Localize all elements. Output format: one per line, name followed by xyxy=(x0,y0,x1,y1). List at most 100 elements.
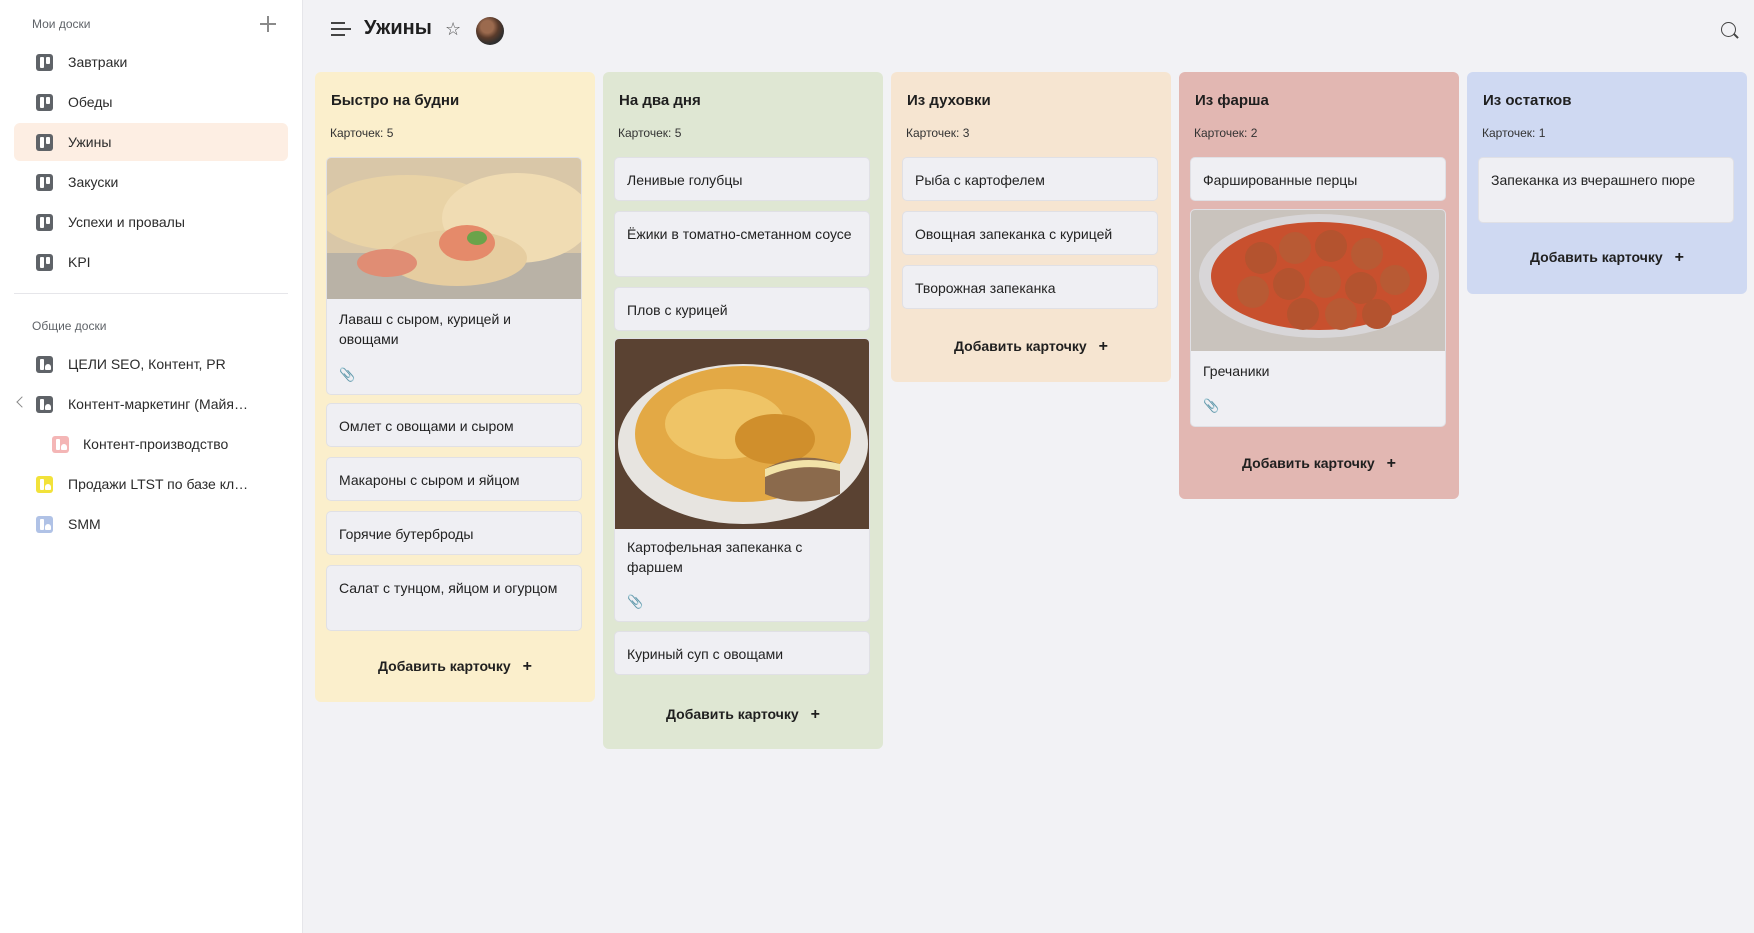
sidebar-item-content-production[interactable]: Контент-производство xyxy=(14,425,288,463)
card-title: Гречаники xyxy=(1203,363,1270,379)
sidebar-item-label: Закуски xyxy=(68,174,119,190)
sidebar-item-kpi[interactable]: KPI xyxy=(14,243,288,281)
sidebar-item-seo-goals[interactable]: ЦЕЛИ SEO, Контент, PR xyxy=(14,345,288,383)
card-tuna-salad[interactable]: Салат с тунцом, яйцом и огурцом xyxy=(326,565,582,631)
add-card-label: Добавить карточку xyxy=(1242,455,1375,471)
card-title: Овощная запеканка с курицей xyxy=(915,226,1113,242)
column-quick-weekdays: Быстро на будни Карточек: 5 Лаваш с сыро… xyxy=(315,72,595,702)
plus-icon: + xyxy=(810,706,820,723)
column-oven: Из духовки Карточек: 3 Рыба с картофелем… xyxy=(891,72,1171,382)
card-title: Картофельная запеканка с фаршем xyxy=(627,539,803,575)
sidebar-item-snacks[interactable]: Закуски xyxy=(14,163,288,201)
sidebar-item-label: KPI xyxy=(68,254,91,270)
card-title: Творожная запеканка xyxy=(915,280,1056,296)
column-leftovers: Из остатков Карточек: 1 Запеканка из вче… xyxy=(1467,72,1747,294)
card-puree-casserole[interactable]: Запеканка из вчерашнего пюре xyxy=(1478,157,1734,223)
board-icon xyxy=(36,254,53,271)
column-two-days: На два дня Карточек: 5 Ленивые голубцы Ё… xyxy=(603,72,883,749)
sidebar: Мои доски Завтраки Обеды Ужины Закуски У… xyxy=(0,0,303,933)
add-card-button[interactable]: Добавить карточку + xyxy=(315,658,595,676)
card-chicken-soup[interactable]: Куриный суп с овощами xyxy=(614,631,870,675)
card-title: Горячие бутерброды xyxy=(339,526,474,542)
column-card-count: Карточек: 1 xyxy=(1482,126,1546,140)
column-minced-meat: Из фарша Карточек: 2 Фаршированные перцы… xyxy=(1179,72,1459,499)
sidebar-item-sales[interactable]: Продажи LTST по базе кл… xyxy=(14,465,288,503)
column-card-count: Карточек: 2 xyxy=(1194,126,1258,140)
paperclip-icon: 📎 xyxy=(1203,398,1220,413)
card-title: Запеканка из вчерашнего пюре xyxy=(1491,172,1696,188)
sidebar-item-successes[interactable]: Успехи и провалы xyxy=(14,203,288,241)
collapse-menu-icon[interactable] xyxy=(331,20,351,38)
column-card-count: Карточек: 5 xyxy=(330,126,394,140)
add-card-label: Добавить карточку xyxy=(666,706,799,722)
card-title: Макароны с сыром и яйцом xyxy=(339,472,520,488)
card-title: Лаваш с сыром, курицей и овощами xyxy=(339,311,511,347)
card-title: Омлет с овощами и сыром xyxy=(339,418,514,434)
column-title: На два дня xyxy=(619,92,701,109)
card-grechaniki[interactable]: Гречаники 📎 xyxy=(1190,209,1446,427)
card-title: Ёжики в томатно-сметанном соусе xyxy=(627,226,852,242)
search-icon[interactable] xyxy=(1721,22,1736,37)
card-potato-casserole[interactable]: Картофельная запеканка с фаршем 📎 xyxy=(614,338,870,622)
page-title: Ужины xyxy=(364,17,432,39)
card-image xyxy=(327,158,581,299)
card-image xyxy=(615,339,869,529)
board-icon xyxy=(36,54,53,71)
sidebar-item-dinners[interactable]: Ужины xyxy=(14,123,288,161)
card-hedgehogs[interactable]: Ёжики в томатно-сметанном соусе xyxy=(614,211,870,277)
sidebar-item-label: Контент-производство xyxy=(83,436,229,452)
add-card-label: Добавить карточку xyxy=(1530,249,1663,265)
column-title: Быстро на будни xyxy=(331,92,460,109)
add-card-button[interactable]: Добавить карточку + xyxy=(1467,249,1747,267)
shared-board-icon xyxy=(36,356,53,373)
sidebar-item-label: ЦЕЛИ SEO, Контент, PR xyxy=(68,356,226,372)
shared-board-icon xyxy=(36,476,53,493)
card-title: Фаршированные перцы xyxy=(1203,172,1358,188)
sidebar-item-label: Ужины xyxy=(68,134,112,150)
card-title: Куриный суп с овощами xyxy=(627,646,784,662)
avatar[interactable] xyxy=(476,17,504,45)
card-veg-casserole[interactable]: Овощная запеканка с курицей xyxy=(902,211,1158,255)
column-card-count: Карточек: 5 xyxy=(618,126,682,140)
column-title: Из остатков xyxy=(1483,92,1572,109)
card-lazy-cabbage-rolls[interactable]: Ленивые голубцы xyxy=(614,157,870,201)
paperclip-icon: 📎 xyxy=(627,594,644,609)
add-card-button[interactable]: Добавить карточку + xyxy=(891,338,1171,356)
sidebar-item-content-marketing[interactable]: Контент-маркетинг (Майя… xyxy=(14,385,288,423)
sidebar-item-label: SMM xyxy=(68,516,101,532)
board-icon xyxy=(36,134,53,151)
star-icon[interactable]: ☆ xyxy=(445,19,461,40)
plus-icon: + xyxy=(1098,338,1108,355)
add-board-icon[interactable] xyxy=(258,14,278,34)
sidebar-item-smm[interactable]: SMM xyxy=(14,505,288,543)
shared-board-icon xyxy=(36,516,53,533)
card-stuffed-peppers[interactable]: Фаршированные перцы xyxy=(1190,157,1446,201)
card-macaroni[interactable]: Макароны с сыром и яйцом xyxy=(326,457,582,501)
card-fish-potato[interactable]: Рыба с картофелем xyxy=(902,157,1158,201)
column-title: Из духовки xyxy=(907,92,991,109)
add-card-button[interactable]: Добавить карточку + xyxy=(603,706,883,724)
add-card-label: Добавить карточку xyxy=(378,658,511,674)
card-curd-casserole[interactable]: Творожная запеканка xyxy=(902,265,1158,309)
my-boards-heading: Мои доски xyxy=(32,17,91,31)
column-title: Из фарша xyxy=(1195,92,1269,109)
board-icon xyxy=(36,214,53,231)
card-lavash[interactable]: Лаваш с сыром, курицей и овощами 📎 xyxy=(326,157,582,395)
sidebar-item-breakfasts[interactable]: Завтраки xyxy=(14,43,288,81)
card-omelet[interactable]: Омлет с овощами и сыром xyxy=(326,403,582,447)
board-icon xyxy=(36,94,53,111)
plus-icon: + xyxy=(1386,455,1396,472)
shared-board-icon xyxy=(36,396,53,413)
card-pilaf[interactable]: Плов с курицей xyxy=(614,287,870,331)
card-sandwiches[interactable]: Горячие бутерброды xyxy=(326,511,582,555)
card-title: Рыба с картофелем xyxy=(915,172,1045,188)
sidebar-item-label: Успехи и провалы xyxy=(68,214,185,230)
sidebar-item-label: Обеды xyxy=(68,94,113,110)
sidebar-item-label: Продажи LTST по базе кл… xyxy=(68,476,249,492)
sidebar-item-lunches[interactable]: Обеды xyxy=(14,83,288,121)
card-title: Плов с курицей xyxy=(627,302,728,318)
add-card-label: Добавить карточку xyxy=(954,338,1087,354)
shared-boards-heading: Общие доски xyxy=(32,319,107,333)
add-card-button[interactable]: Добавить карточку + xyxy=(1179,455,1459,473)
sidebar-divider xyxy=(14,293,288,294)
